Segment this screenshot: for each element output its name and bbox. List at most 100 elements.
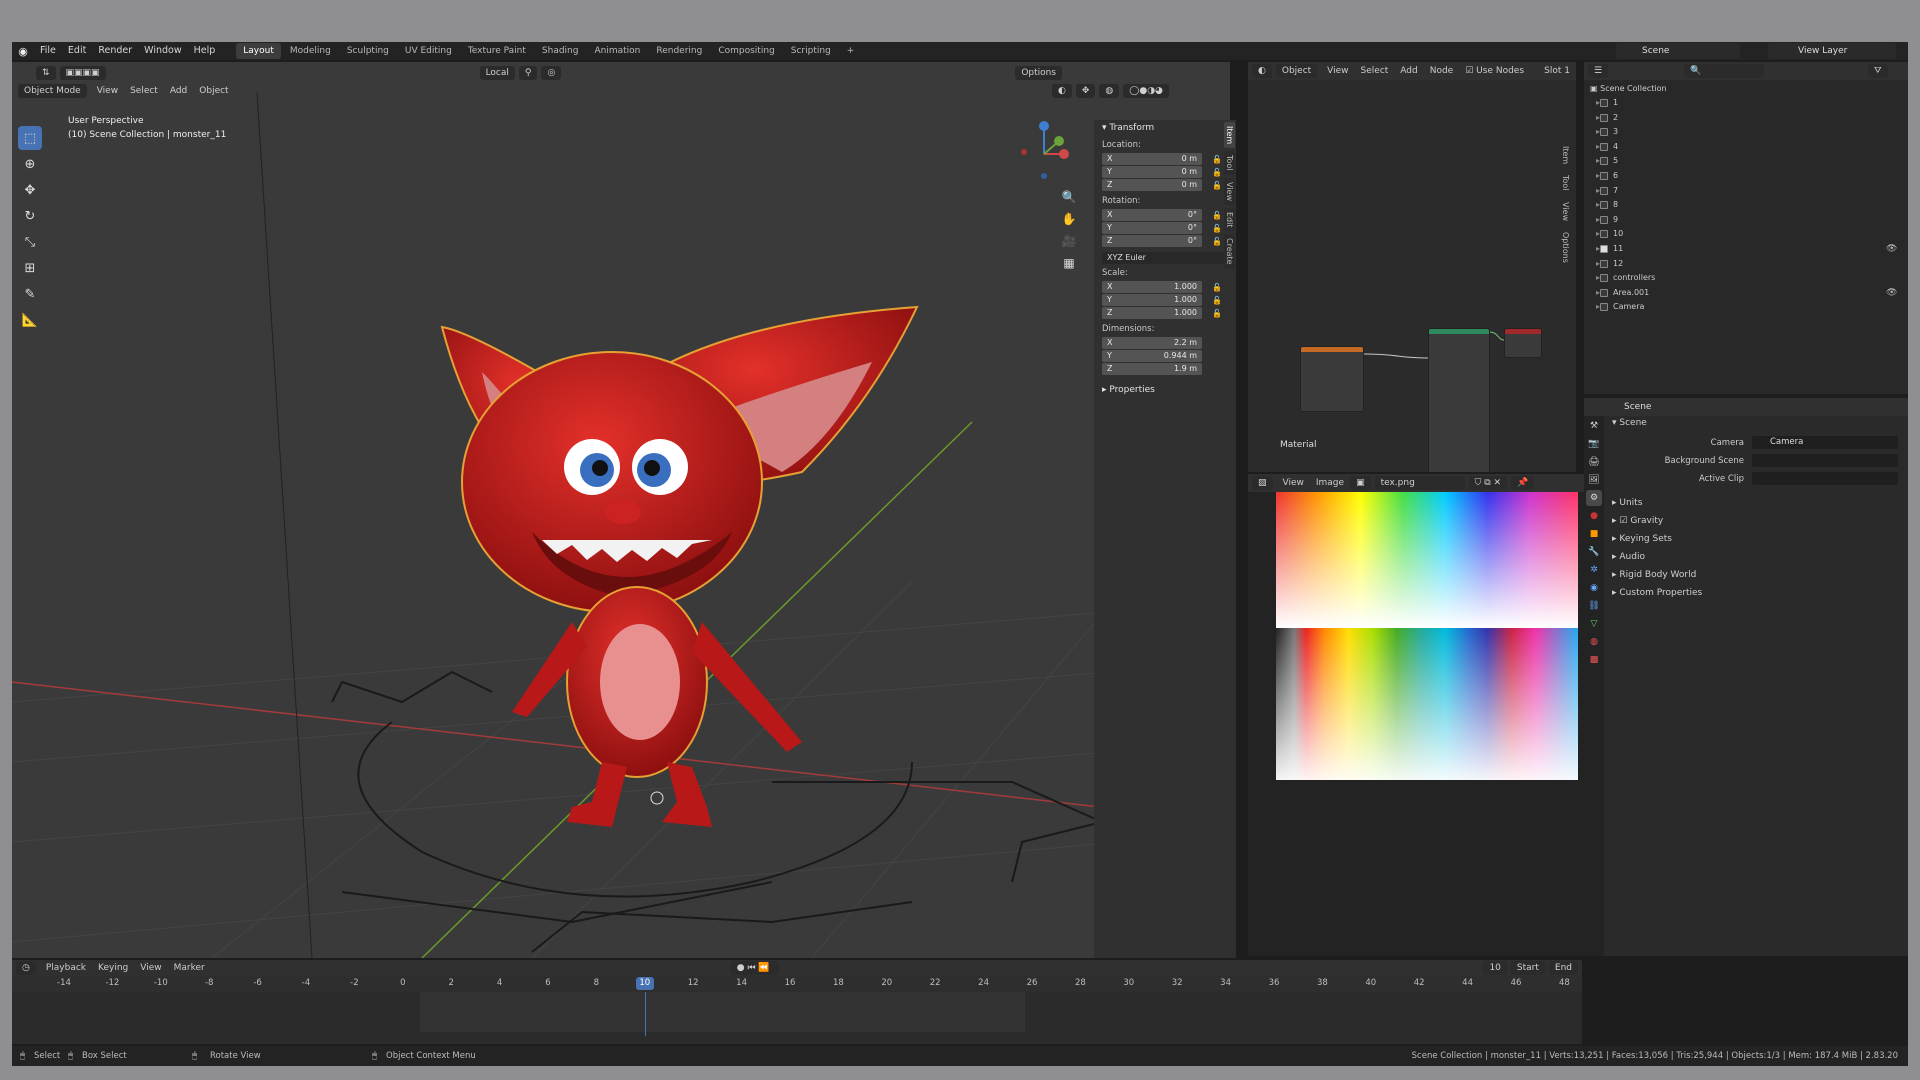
lock-icon[interactable]: 🔓: [1212, 309, 1222, 318]
shading-mode-icons[interactable]: ◯●◑◕: [1123, 84, 1169, 98]
outliner-item[interactable]: ▸ 1: [1596, 96, 1618, 110]
visibility-icon[interactable]: ◐: [1052, 84, 1072, 98]
select-mode-buttons[interactable]: ▣▣▣▣: [59, 66, 106, 80]
lock-icon[interactable]: 🔓: [1212, 155, 1222, 164]
vp-menu-view[interactable]: View: [91, 86, 124, 96]
outliner-item[interactable]: ▸ 8: [1596, 198, 1618, 212]
tl-menu-marker[interactable]: Marker: [168, 963, 211, 973]
custom-properties-subpanel[interactable]: ▸ Custom Properties: [1612, 588, 1702, 598]
editor-type-icon[interactable]: ◐: [1252, 64, 1272, 78]
proportional-edit-icon[interactable]: ◎: [541, 66, 562, 80]
tl-menu-view[interactable]: View: [134, 963, 167, 973]
pan-hand-icon[interactable]: ✋: [1060, 212, 1078, 232]
outliner-item[interactable]: ▸ 11 👁: [1596, 242, 1897, 256]
scene-selector[interactable]: Scene: [1616, 43, 1740, 59]
background-scene-field[interactable]: [1752, 454, 1898, 467]
outliner-item[interactable]: ▸ Camera: [1596, 300, 1644, 314]
exclude-checkbox[interactable]: [1600, 113, 1609, 122]
annotate-tool-icon[interactable]: ✎: [18, 282, 42, 306]
menu-help[interactable]: Help: [188, 42, 222, 60]
tab-rendering[interactable]: Rendering: [649, 43, 709, 59]
world-tab-icon[interactable]: ●: [1586, 508, 1602, 524]
overlay-toggle-icon[interactable]: ◍: [1099, 84, 1120, 98]
tab-scripting[interactable]: Scripting: [784, 43, 838, 59]
current-frame-field[interactable]: 10: [1483, 961, 1507, 975]
exclude-checkbox[interactable]: [1600, 274, 1609, 283]
rigid-body-world-subpanel[interactable]: ▸ Rigid Body World: [1612, 570, 1696, 580]
node-tab-view[interactable]: View: [1560, 197, 1571, 225]
start-frame-field[interactable]: Start 1: [1510, 961, 1545, 987]
node-menu-add[interactable]: Add: [1394, 66, 1423, 76]
units-subpanel[interactable]: ▸ Units: [1612, 498, 1642, 508]
outliner-item[interactable]: ▸ 12: [1596, 257, 1623, 271]
tab-modeling[interactable]: Modeling: [283, 43, 338, 59]
rotation-x-field[interactable]: X 0°: [1102, 209, 1202, 221]
3d-viewport[interactable]: ⇅ ▣▣▣▣ Local ⚲ ◎ Options Object Mode Vie…: [12, 62, 1230, 958]
image-actions-icons[interactable]: ⛉ ⧉ ✕: [1468, 476, 1508, 490]
img-menu-image[interactable]: Image: [1310, 478, 1350, 488]
tab-uv-editing[interactable]: UV Editing: [398, 43, 459, 59]
scale-tool-icon[interactable]: ⤡: [18, 230, 42, 254]
tab-animation[interactable]: Animation: [587, 43, 647, 59]
frame-ruler[interactable]: -14-12-10-8-6-4-202468101214161820222426…: [12, 976, 1582, 992]
options-dropdown[interactable]: Options: [1015, 66, 1063, 80]
exclude-checkbox[interactable]: [1600, 157, 1609, 166]
blender-logo-icon[interactable]: ◉: [12, 45, 34, 58]
principled-bsdf-node[interactable]: [1428, 328, 1490, 472]
lock-icon[interactable]: 🔓: [1212, 181, 1222, 190]
node-menu-node[interactable]: Node: [1424, 66, 1460, 76]
image-name-field[interactable]: tex.png: [1374, 476, 1465, 490]
texture-image[interactable]: [1276, 492, 1578, 780]
location-z-field[interactable]: Z0 m: [1102, 179, 1202, 191]
vp-menu-select[interactable]: Select: [124, 86, 164, 96]
playback-controls[interactable]: ● ⏮ ⏪ ◀ ▶ ⏩ ⏭: [730, 961, 780, 1001]
exclude-checkbox[interactable]: [1600, 142, 1609, 151]
gizmo-toggle-icon[interactable]: ✥: [1075, 84, 1096, 98]
exclude-checkbox[interactable]: [1600, 99, 1609, 107]
data-tab-icon[interactable]: ▽: [1586, 616, 1602, 632]
exclude-checkbox[interactable]: [1600, 259, 1609, 268]
tool-tab-icon[interactable]: ⚒: [1586, 418, 1602, 434]
menu-render[interactable]: Render: [92, 42, 138, 60]
output-tab-icon[interactable]: 🖨: [1586, 454, 1602, 470]
lock-icon[interactable]: 🔓: [1212, 283, 1222, 292]
node-menu-select[interactable]: Select: [1355, 66, 1395, 76]
tab-edit[interactable]: Edit: [1224, 207, 1235, 232]
menu-file[interactable]: File: [34, 42, 62, 60]
rotation-mode-dropdown[interactable]: XYZ Euler: [1102, 252, 1234, 264]
scene-tab-icon[interactable]: ⚙: [1586, 490, 1602, 506]
tab-item[interactable]: Item: [1224, 122, 1235, 149]
mode-dropdown[interactable]: Object Mode: [18, 84, 87, 98]
add-workspace-icon[interactable]: +: [840, 43, 862, 59]
outliner-item[interactable]: ▸ controllers: [1596, 271, 1655, 285]
dimensions-z-field[interactable]: Z 1.9 m: [1102, 363, 1202, 375]
3d-cursor-icon[interactable]: [650, 791, 664, 805]
timeline-type-icon[interactable]: ◷: [16, 961, 36, 975]
playhead[interactable]: [644, 992, 646, 1036]
image-editor-type-icon[interactable]: ▧: [1252, 476, 1273, 490]
lock-icon[interactable]: 🔓: [1212, 168, 1222, 177]
image-browse-icon[interactable]: ▣: [1350, 476, 1371, 490]
tab-layout[interactable]: Layout: [236, 43, 281, 59]
filter-icon[interactable]: ⛛: [1868, 64, 1888, 78]
img-menu-view[interactable]: View: [1277, 478, 1310, 488]
view-layer-tab-icon[interactable]: 🖼: [1586, 472, 1602, 488]
gravity-subpanel[interactable]: ▸ ☑ Gravity: [1612, 516, 1663, 526]
scale-z-field[interactable]: Z 1.000: [1102, 307, 1202, 319]
orientation-dropdown[interactable]: Local: [479, 66, 515, 80]
active-clip-field[interactable]: [1752, 472, 1898, 485]
tab-sculpting[interactable]: Sculpting: [340, 43, 396, 59]
rotation-z-field[interactable]: Z 0°: [1102, 235, 1202, 247]
outliner-item[interactable]: ▸ 5: [1596, 154, 1618, 168]
lock-icon[interactable]: 🔓: [1212, 224, 1222, 233]
tab-shading[interactable]: Shading: [535, 43, 586, 59]
end-frame-field[interactable]: End 26: [1548, 961, 1578, 987]
render-tab-icon[interactable]: 📷: [1586, 436, 1602, 452]
exclude-checkbox[interactable]: [1600, 230, 1609, 239]
outliner-search-input[interactable]: 🔍: [1684, 64, 1764, 78]
exclude-checkbox[interactable]: [1600, 245, 1609, 253]
measure-tool-icon[interactable]: 📐: [18, 308, 42, 332]
image-texture-node[interactable]: [1300, 346, 1364, 412]
tab-texture-paint[interactable]: Texture Paint: [461, 43, 533, 59]
shader-node-editor[interactable]: ◐ Object View Select Add Node ☑ Use Node…: [1248, 62, 1576, 472]
